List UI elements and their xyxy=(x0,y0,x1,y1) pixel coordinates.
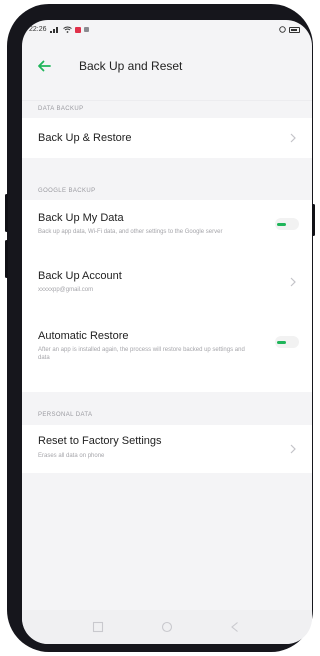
back-up-account-email: xxxxxpp@gmail.com xyxy=(38,287,94,293)
navigation-bar xyxy=(22,610,312,644)
home-icon[interactable] xyxy=(161,621,173,633)
toggle-on-indicator xyxy=(277,341,286,344)
page-title: Back Up and Reset xyxy=(79,59,183,73)
chevron-right-icon xyxy=(290,277,296,287)
app-header: Back Up and Reset xyxy=(22,48,312,86)
back-up-my-data-toggle[interactable] xyxy=(275,218,299,230)
status-left: 22:26 xyxy=(29,26,89,33)
phone-frame: 22:26 Back Up and Reset DATA BACKUP Back… xyxy=(5,4,315,652)
status-right xyxy=(279,26,300,33)
alarm-icon xyxy=(279,26,286,33)
card-data-backup: Back Up & Restore xyxy=(22,118,312,158)
back-up-my-data-title: Back Up My Data xyxy=(38,212,124,224)
back-icon[interactable] xyxy=(229,621,241,633)
card-personal-data: Reset to Factory Settings Erases all dat… xyxy=(22,425,312,473)
automatic-restore-title: Automatic Restore xyxy=(38,330,129,342)
screen: 22:26 Back Up and Reset DATA BACKUP Back… xyxy=(22,20,312,644)
back-up-account-title: Back Up Account xyxy=(38,270,122,282)
header-divider xyxy=(22,100,312,101)
status-bar: 22:26 xyxy=(22,20,312,44)
back-arrow-icon[interactable] xyxy=(35,57,53,75)
reset-factory-subtitle: Erases all data on phone xyxy=(38,453,105,459)
signal-icon xyxy=(49,27,58,33)
automatic-restore-row[interactable]: Automatic Restore After an app is instal… xyxy=(22,312,312,392)
reset-factory-row[interactable]: Reset to Factory Settings Erases all dat… xyxy=(22,425,312,473)
reset-factory-title: Reset to Factory Settings xyxy=(38,435,162,447)
card-google-backup: Back Up My Data Back up app data, Wi-Fi … xyxy=(22,200,312,392)
section-personal-data: PERSONAL DATA xyxy=(38,412,93,418)
power-button xyxy=(312,204,315,236)
status-time: 22:26 xyxy=(29,26,47,33)
back-up-restore-title: Back Up & Restore xyxy=(38,132,132,144)
notification-icon xyxy=(74,26,81,33)
section-data-backup: DATA BACKUP xyxy=(38,106,84,112)
volume-button xyxy=(5,194,8,232)
wifi-icon xyxy=(62,26,72,33)
back-up-restore-row[interactable]: Back Up & Restore xyxy=(22,118,312,158)
notification-icon xyxy=(83,27,89,32)
section-google-backup: GOOGLE BACKUP xyxy=(38,188,96,194)
volume-button-lower xyxy=(5,240,8,278)
automatic-restore-toggle[interactable] xyxy=(275,336,299,348)
back-up-my-data-row[interactable]: Back Up My Data Back up app data, Wi-Fi … xyxy=(22,200,312,256)
battery-icon xyxy=(289,26,300,33)
recents-icon[interactable] xyxy=(92,621,104,633)
back-up-account-row[interactable]: Back Up Account xxxxxpp@gmail.com xyxy=(22,262,312,306)
back-up-my-data-subtitle: Back up app data, Wi-Fi data, and other … xyxy=(38,229,223,235)
chevron-right-icon xyxy=(290,133,296,143)
toggle-on-indicator xyxy=(277,223,286,226)
automatic-restore-subtitle: After an app is installed again, the pro… xyxy=(38,347,245,361)
chevron-right-icon xyxy=(290,444,296,454)
